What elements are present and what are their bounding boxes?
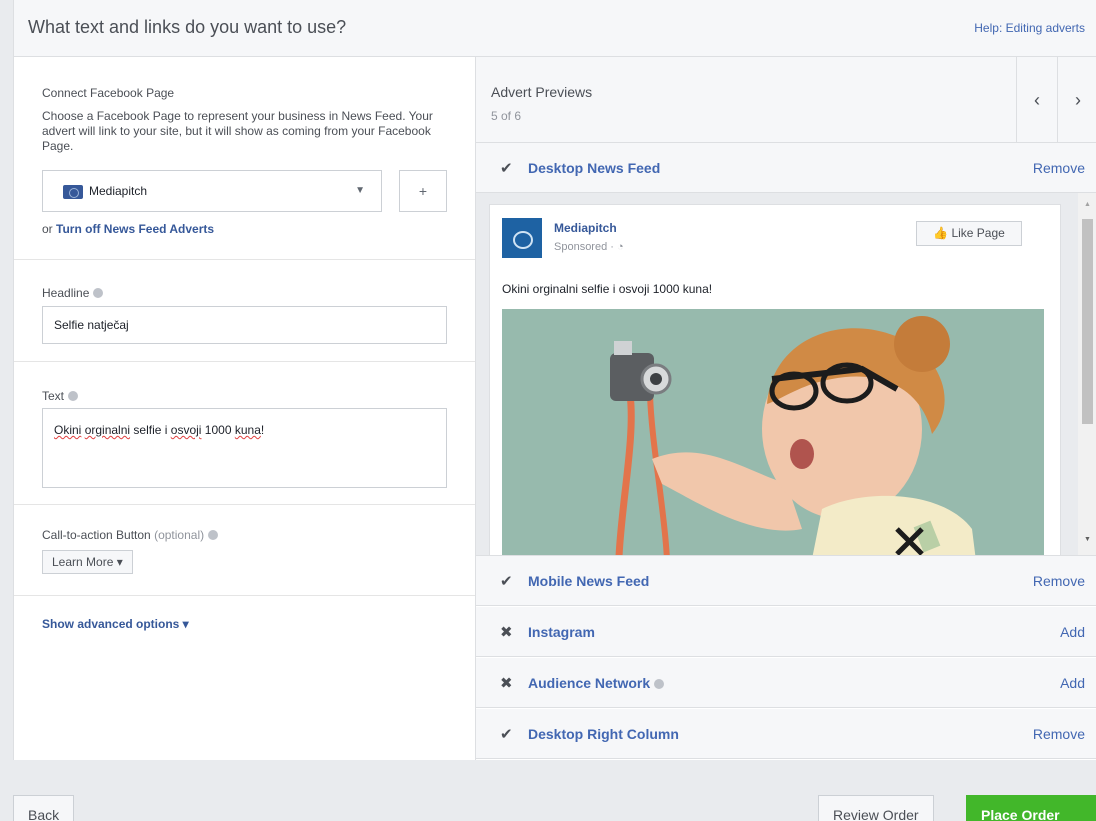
- info-icon[interactable]: [93, 288, 104, 298]
- info-icon[interactable]: [208, 530, 219, 540]
- sponsored-label: Sponsored · ◔: [554, 241, 624, 253]
- placement-desktop-news-feed: ✔ Desktop News Feed Remove: [476, 143, 1096, 193]
- placement-name-text: Audience Network: [528, 675, 651, 691]
- ad-image: [502, 309, 1044, 555]
- headline-input[interactable]: Selfie natječaj: [42, 306, 447, 344]
- preview-scrollbar[interactable]: ▲ ▼: [1078, 193, 1096, 555]
- connect-page-label: Connect Facebook Page: [42, 86, 175, 100]
- page-avatar: [502, 218, 542, 258]
- prev-preview-button[interactable]: ‹: [1016, 57, 1057, 143]
- text-word: !: [260, 423, 265, 437]
- placement-desktop-right-column: ✔ Desktop Right Column Remove: [476, 709, 1096, 759]
- text-word: selfie i: [133, 423, 168, 437]
- next-preview-button[interactable]: ›: [1057, 57, 1096, 143]
- placement-name[interactable]: Desktop Right Column: [528, 726, 679, 742]
- girl-with-camera-image: [502, 309, 1044, 555]
- preview-column: Advert Previews 5 of 6 ‹ › ✔ Desktop New…: [476, 57, 1096, 760]
- misspelled-word: kuna: [234, 423, 261, 437]
- text-label-row: Text: [42, 389, 79, 403]
- ad-preview-area: Mediapitch Sponsored · ◔ 👍 Like Page Oki…: [476, 193, 1096, 556]
- ad-preview-card: Mediapitch Sponsored · ◔ 👍 Like Page Oki…: [489, 204, 1061, 555]
- text-word: 1000: [204, 423, 232, 437]
- headline-section: Headline Selfie natječaj: [14, 260, 475, 362]
- page-logo-icon: [63, 185, 83, 199]
- like-page-button[interactable]: 👍 Like Page: [916, 221, 1022, 246]
- check-icon: ✔: [500, 573, 513, 590]
- page-select[interactable]: Mediapitch ▼: [42, 170, 382, 212]
- add-page-button[interactable]: +: [399, 170, 447, 212]
- check-icon: ✔: [500, 726, 513, 743]
- place-order-button[interactable]: Place Order: [966, 795, 1096, 821]
- cta-section: Call-to-action Button (optional) Learn M…: [14, 505, 475, 596]
- cross-icon: ✖: [500, 624, 513, 641]
- form-column: Connect Facebook Page Choose a Facebook …: [14, 57, 476, 760]
- back-button[interactable]: Back: [13, 795, 75, 821]
- placement-name[interactable]: Mobile News Feed: [528, 573, 649, 589]
- show-advanced-options-link[interactable]: Show advanced options ▾: [42, 617, 189, 631]
- placement-name[interactable]: Audience Network: [528, 675, 665, 691]
- connect-page-section: Connect Facebook Page Choose a Facebook …: [14, 57, 475, 260]
- chevron-down-icon: ▼: [355, 185, 365, 196]
- ad-message: Okini orginalni selfie i osvoji 1000 kun…: [502, 282, 713, 296]
- panel-header: What text and links do you want to use? …: [14, 0, 1096, 57]
- text-section: Text Okini orginalni selfie i osvoji 100…: [14, 362, 475, 505]
- headline-label: Headline: [42, 286, 90, 300]
- text-input[interactable]: Okini orginalni selfie i osvoji 1000 kun…: [42, 408, 447, 488]
- scroll-up-icon[interactable]: ▲: [1084, 201, 1091, 208]
- ad-page-name[interactable]: Mediapitch: [554, 221, 617, 235]
- panel-title: What text and links do you want to use?: [28, 17, 347, 37]
- review-order-button[interactable]: Review Order: [818, 795, 934, 821]
- info-icon[interactable]: [654, 679, 665, 689]
- add-placement-button[interactable]: Add: [1060, 624, 1085, 640]
- cross-icon: ✖: [500, 675, 513, 692]
- placement-audience-network: ✖ Audience Network Add: [476, 658, 1096, 708]
- page-select-value: Mediapitch: [89, 184, 148, 198]
- remove-placement-button[interactable]: Remove: [1033, 726, 1085, 742]
- placement-name[interactable]: Desktop News Feed: [528, 160, 660, 176]
- remove-placement-button[interactable]: Remove: [1033, 160, 1085, 176]
- text-label: Text: [42, 389, 65, 403]
- preview-count: 5 of 6: [491, 109, 522, 123]
- headline-label-row: Headline: [42, 286, 104, 300]
- placement-name[interactable]: Instagram: [528, 624, 595, 640]
- or-text: or: [42, 222, 53, 236]
- placement-instagram: ✖ Instagram Add: [476, 607, 1096, 657]
- ad-editor-panel: What text and links do you want to use? …: [13, 0, 1096, 760]
- info-icon[interactable]: [68, 391, 79, 401]
- remove-placement-button[interactable]: Remove: [1033, 573, 1085, 589]
- cta-label: Call-to-action Button: [42, 528, 151, 542]
- placement-mobile-news-feed: ✔ Mobile News Feed Remove: [476, 556, 1096, 606]
- help-link[interactable]: Help: Editing adverts: [974, 21, 1085, 35]
- cta-dropdown[interactable]: Learn More ▾: [42, 550, 133, 574]
- connect-page-description: Choose a Facebook Page to represent your…: [42, 109, 433, 153]
- turn-off-row: or Turn off News Feed Adverts: [42, 222, 214, 236]
- turn-off-news-feed-link[interactable]: Turn off News Feed Adverts: [56, 222, 214, 236]
- scrollbar-thumb[interactable]: [1082, 219, 1093, 424]
- misspelled-word: Okini: [54, 423, 82, 437]
- check-icon: ✔: [500, 160, 513, 177]
- scroll-down-icon[interactable]: ▼: [1084, 536, 1091, 543]
- misspelled-word: osvoji: [170, 423, 202, 437]
- preview-header: Advert Previews 5 of 6 ‹ ›: [476, 57, 1096, 143]
- misspelled-word: orginalni: [84, 423, 131, 437]
- cta-optional: (optional): [154, 528, 205, 542]
- add-placement-button[interactable]: Add: [1060, 675, 1085, 691]
- cta-label-row: Call-to-action Button (optional): [42, 528, 219, 542]
- preview-title: Advert Previews: [491, 84, 593, 100]
